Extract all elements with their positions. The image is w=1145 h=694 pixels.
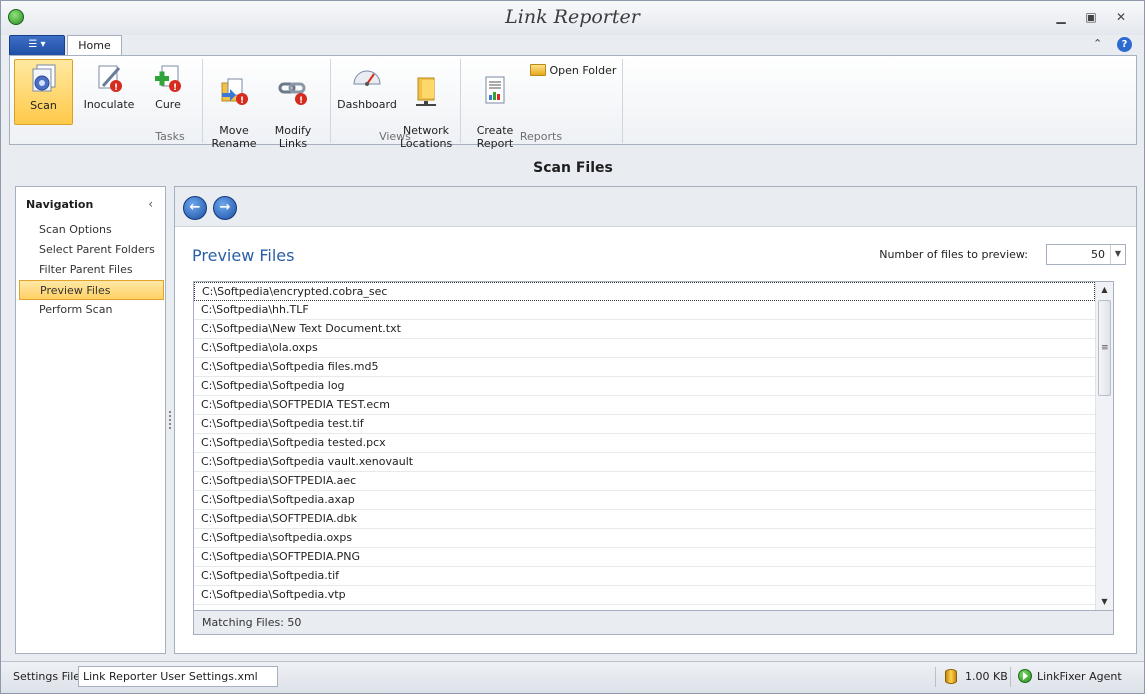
ribbon-separator bbox=[622, 59, 623, 143]
table-row[interactable]: C:\Softpedia\hh.TLF bbox=[194, 301, 1095, 320]
scan-label: Scan bbox=[30, 99, 57, 112]
group-label-tasks: Tasks bbox=[155, 130, 185, 143]
table-row[interactable]: C:\Softpedia\Softpedia vault.xenovault bbox=[194, 453, 1095, 472]
open-folder-label: Open Folder bbox=[549, 64, 617, 77]
table-row[interactable]: C:\Softpedia\Softpedia log bbox=[194, 377, 1095, 396]
scan-icon bbox=[32, 64, 55, 92]
file-list[interactable]: C:\Softpedia\encrypted.cobra_sec C:\Softp… bbox=[193, 281, 1114, 611]
ribbon-minimize-icon[interactable]: ⌃ bbox=[1093, 37, 1102, 50]
chevron-down-icon[interactable]: ▼ bbox=[1110, 245, 1125, 264]
group-label-views: Views bbox=[379, 130, 411, 143]
preview-count-value: 50 bbox=[1091, 248, 1105, 261]
svg-text:!: ! bbox=[114, 83, 118, 93]
collapse-chevron-icon[interactable]: ‹ bbox=[148, 197, 153, 211]
play-triangle bbox=[1023, 672, 1028, 680]
inoculate-button[interactable]: ! Inoculate bbox=[80, 59, 138, 125]
table-row[interactable]: C:\Softpedia\Softpedia files.md5 bbox=[194, 358, 1095, 377]
panel-splitter[interactable] bbox=[169, 411, 172, 429]
table-row[interactable]: C:\Softpedia\SOFTPEDIA TEST.ecm bbox=[194, 396, 1095, 415]
group-label-reports: Reports bbox=[519, 130, 563, 143]
open-folder-button[interactable]: Open Folder bbox=[530, 63, 616, 81]
minimize-icon[interactable]: ▁ bbox=[1052, 9, 1070, 25]
modify-links-icon: ! bbox=[278, 82, 307, 106]
settings-file-field[interactable]: Link Reporter User Settings.xml bbox=[78, 666, 278, 687]
table-row[interactable]: C:\Softpedia\New Text Document.txt bbox=[194, 320, 1095, 339]
move-rename-icon: ! bbox=[221, 78, 248, 106]
restore-icon[interactable]: ▣ bbox=[1082, 9, 1100, 25]
table-row[interactable]: C:\Softpedia\softpedia.oxps bbox=[194, 529, 1095, 548]
inoculate-label: Inoculate bbox=[83, 98, 135, 111]
modify-links-button[interactable]: ! Modify Links bbox=[266, 59, 320, 150]
dashboard-button[interactable]: Dashboard bbox=[336, 59, 398, 125]
move-rename-button[interactable]: ! Move Rename bbox=[206, 59, 262, 150]
nav-item-select-parent-folders[interactable]: Select Parent Folders bbox=[19, 240, 164, 260]
preview-files-title: Preview Files bbox=[192, 246, 295, 265]
svg-text:!: ! bbox=[299, 96, 303, 106]
dashboard-icon bbox=[353, 70, 381, 86]
folder-icon bbox=[530, 64, 546, 76]
nav-item-perform-scan[interactable]: Perform Scan bbox=[19, 300, 164, 320]
scrollbar-thumb[interactable]: ≡ bbox=[1098, 300, 1111, 396]
grip-icon: ≡ bbox=[1101, 343, 1109, 353]
ribbon: Scan ! Inoculate ! Cure ! Move Rename ! … bbox=[9, 55, 1137, 150]
status-separator bbox=[935, 667, 936, 687]
table-row[interactable]: C:\Softpedia\ola.oxps bbox=[194, 339, 1095, 358]
forward-arrow-icon[interactable]: → bbox=[213, 196, 237, 220]
database-icon bbox=[945, 669, 957, 684]
navigation-title: Navigation bbox=[26, 198, 94, 211]
table-row[interactable]: C:\Softpedia\Softpedia.vtp bbox=[194, 586, 1095, 605]
table-row[interactable]: C:\Softpedia\Softpedia test.tif bbox=[194, 415, 1095, 434]
cure-button[interactable]: ! Cure bbox=[142, 59, 194, 125]
ribbon-tab-row: ☰ ▾ Home ⌃ ? bbox=[1, 35, 1144, 56]
settings-size: 1.00 KB bbox=[965, 670, 1008, 683]
app-window: Link Reporter ▁ ▣ ✕ ☰ ▾ Home ⌃ ? Scan ! bbox=[0, 0, 1145, 694]
table-row[interactable]: C:\Softpedia\Softpedia tested.pcx bbox=[194, 434, 1095, 453]
back-arrow-icon[interactable]: ← bbox=[183, 196, 207, 220]
network-locations-button[interactable]: Network Locations bbox=[400, 59, 452, 150]
nav-item-filter-parent-files[interactable]: Filter Parent Files bbox=[19, 260, 164, 280]
svg-text:!: ! bbox=[240, 96, 244, 106]
svg-text:!: ! bbox=[173, 83, 177, 93]
inoculate-icon: ! bbox=[98, 65, 122, 93]
cure-label: Cure bbox=[155, 98, 181, 111]
window-title: Link Reporter bbox=[505, 6, 640, 28]
scroll-up-icon[interactable]: ▲ bbox=[1096, 282, 1113, 298]
page-title: Scan Files bbox=[533, 160, 613, 176]
table-row[interactable]: C:\Softpedia\SOFTPEDIA.dbk bbox=[194, 510, 1095, 529]
status-separator bbox=[1010, 667, 1011, 687]
app-menu-button[interactable]: ☰ ▾ bbox=[9, 35, 65, 55]
scan-button[interactable]: Scan bbox=[14, 59, 73, 125]
help-icon[interactable]: ? bbox=[1117, 37, 1132, 52]
agent-status[interactable]: LinkFixer Agent bbox=[1037, 670, 1122, 683]
close-icon[interactable]: ✕ bbox=[1112, 9, 1130, 25]
settings-file-label: Settings File: bbox=[13, 670, 84, 683]
title-bar: Link Reporter ▁ ▣ ✕ bbox=[1, 1, 1144, 35]
scroll-down-icon[interactable]: ▼ bbox=[1096, 594, 1113, 610]
nav-item-preview-files[interactable]: Preview Files bbox=[19, 280, 164, 300]
report-icon bbox=[485, 76, 505, 104]
nav-item-scan-options[interactable]: Scan Options bbox=[19, 220, 164, 240]
table-row[interactable]: C:\Softpedia\Softpedia.tif bbox=[194, 567, 1095, 586]
create-report-button[interactable]: Create Report bbox=[468, 59, 522, 150]
network-locations-icon bbox=[416, 77, 436, 106]
navigation-panel: Navigation ‹ Scan Options Select Parent … bbox=[15, 186, 166, 654]
tab-home[interactable]: Home bbox=[67, 35, 122, 56]
table-row[interactable]: C:\Softpedia\Softpedia.axap bbox=[194, 491, 1095, 510]
cure-icon: ! bbox=[155, 65, 181, 93]
table-row[interactable]: C:\Softpedia\encrypted.cobra_sec bbox=[194, 282, 1095, 301]
status-bar: Settings File: Link Reporter User Settin… bbox=[1, 661, 1144, 693]
dashboard-label: Dashboard bbox=[337, 98, 397, 111]
preview-count-select[interactable]: 50 ▼ bbox=[1046, 244, 1126, 265]
table-row[interactable]: C:\Softpedia\SOFTPEDIA.PNG bbox=[194, 548, 1095, 567]
content-panel: ← → Preview Files Number of files to pre… bbox=[174, 186, 1137, 654]
wizard-nav-bar: ← → bbox=[175, 187, 1136, 227]
matching-files-status: Matching Files: 50 bbox=[193, 611, 1114, 635]
vertical-scrollbar[interactable]: ▲ ≡ ▼ bbox=[1095, 282, 1113, 610]
preview-count-label: Number of files to preview: bbox=[879, 248, 1028, 261]
table-row[interactable]: C:\Softpedia\SOFTPEDIA.aec bbox=[194, 472, 1095, 491]
